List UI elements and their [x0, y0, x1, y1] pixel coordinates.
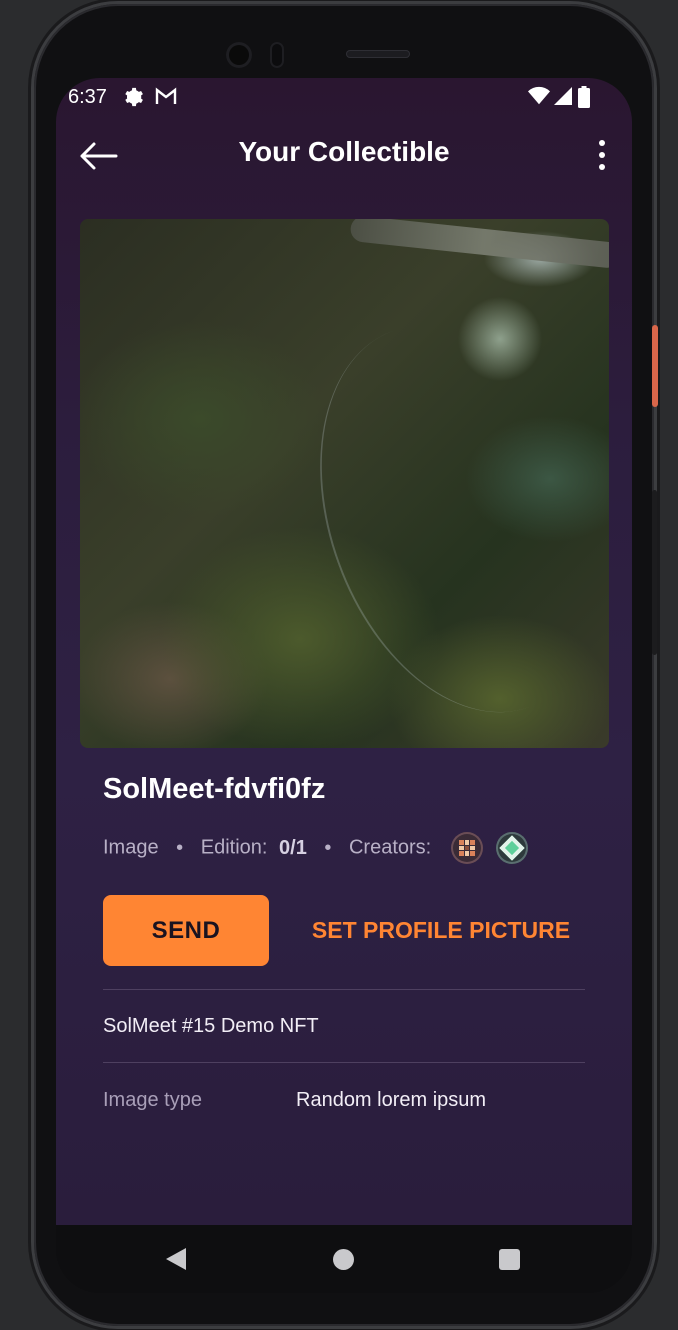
page-title: Your Collectible	[238, 136, 450, 167]
front-camera	[226, 42, 252, 68]
app-screen: 6:37 Your Collectible SolMeet-fdvfi0fz I…	[56, 78, 632, 1225]
attribute-key: Image type	[103, 1089, 202, 1111]
wifi-icon	[528, 86, 550, 112]
edition-label: Edition:	[200, 836, 268, 859]
edition-value: 0/1	[279, 836, 307, 859]
battery-icon	[578, 86, 590, 114]
volume-button[interactable]	[652, 490, 657, 655]
power-button[interactable]	[652, 325, 658, 407]
creator-avatar-2[interactable]	[496, 832, 529, 864]
signal-icon	[552, 86, 572, 112]
app-bar: Your Collectible	[56, 118, 632, 190]
collectible-name: SolMeet-fdvfi0fz	[103, 773, 326, 805]
system-nav-bar	[56, 1225, 632, 1293]
status-time: 6:37	[68, 86, 107, 108]
gmail-icon	[154, 86, 178, 112]
meta-separator: •	[176, 836, 184, 859]
nav-recents-icon[interactable]	[499, 1249, 520, 1270]
attribute-value: Random lorem ipsum	[296, 1089, 487, 1111]
collectible-image[interactable]	[80, 219, 609, 748]
more-vertical-icon[interactable]	[596, 138, 608, 172]
image-spiderweb	[269, 286, 609, 748]
settings-icon	[122, 86, 144, 114]
meta-separator: •	[324, 836, 332, 859]
collectible-meta: Image • Edition: 0/1 • Creators:	[103, 832, 529, 864]
media-type: Image	[103, 836, 159, 859]
send-button[interactable]: SEND	[103, 895, 269, 966]
creator-avatar-1[interactable]	[450, 832, 483, 864]
nav-home-icon[interactable]	[333, 1249, 354, 1270]
divider	[103, 1062, 585, 1063]
image-branch	[349, 219, 609, 270]
status-bar: 6:37	[56, 78, 632, 118]
collectible-description: SolMeet #15 Demo NFT	[103, 1015, 319, 1037]
creators-label: Creators:	[348, 836, 432, 859]
set-profile-picture-button[interactable]: SET PROFILE PICTURE	[296, 895, 586, 966]
nav-back-icon[interactable]	[166, 1248, 186, 1270]
sensor	[270, 42, 284, 68]
earpiece-speaker	[346, 50, 410, 58]
divider	[103, 989, 585, 990]
